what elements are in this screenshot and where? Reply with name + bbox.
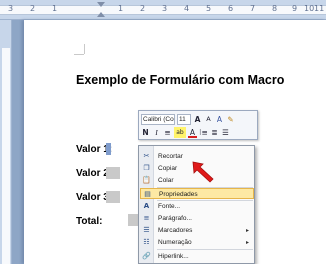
crop-mark	[84, 44, 85, 54]
bold-button[interactable]: N	[141, 127, 150, 138]
menu-item-label: Recortar	[158, 153, 183, 160]
menu-item-numeracao[interactable]: ☷ Numeração ▸	[140, 237, 254, 248]
menu-item-propriedades[interactable]: ▤ Propriedades	[140, 188, 254, 199]
form-field-valor-2[interactable]	[106, 167, 120, 179]
bullets-button[interactable]: ☰	[221, 127, 230, 138]
ruler-number: 1	[118, 4, 124, 13]
ruler-number: 6	[228, 4, 234, 13]
paragraph-icon: ≡	[143, 214, 150, 222]
grow-font-button[interactable]: A	[193, 114, 202, 125]
menu-item-marcadores[interactable]: ☰ Marcadores ▸	[140, 225, 254, 236]
properties-icon: ▤	[144, 190, 151, 198]
ruler-number: 2	[30, 4, 36, 13]
mini-toolbar-row-2: N I ≡ ab A ⁝≡ ≣ ☰	[141, 126, 230, 139]
crop-mark	[74, 54, 84, 55]
ruler-number: 11	[314, 4, 325, 13]
font-name-box[interactable]: Calibri (Cor	[141, 114, 175, 125]
form-field-valor-3[interactable]	[106, 191, 120, 203]
menu-item-label: Hiperlink...	[158, 253, 189, 260]
ruler-number: 7	[250, 4, 256, 13]
highlight-button[interactable]: ab	[174, 127, 186, 138]
horizontal-ruler[interactable]: 3 2 1 1 2 3 4 5 6 7 8 9 10 11	[0, 0, 326, 20]
shrink-font-button[interactable]: A	[204, 114, 213, 125]
styles-button[interactable]: A	[215, 114, 224, 125]
scissors-icon: ✂	[143, 152, 150, 160]
vertical-ruler[interactable]	[0, 20, 12, 264]
paste-icon: 📋	[142, 176, 151, 184]
mini-toolbar: Calibri (Cor 11 A A A ✎ N I ≡ ab A ⁝≡ ≣ …	[138, 110, 258, 140]
font-icon: A	[143, 202, 150, 210]
field-label-total: Total:	[76, 216, 103, 227]
increase-indent-button[interactable]: ≣	[210, 127, 219, 138]
ruler-number: 8	[272, 4, 278, 13]
ruler-number: 2	[140, 4, 146, 13]
form-field-valor-1[interactable]	[106, 143, 111, 155]
ruler-number: 3	[8, 4, 14, 13]
menu-item-hiperlink[interactable]: 🔗 Hiperlink...	[140, 251, 254, 262]
font-size-box[interactable]: 11	[177, 114, 191, 125]
red-pointer-arrow-icon	[192, 161, 214, 183]
center-align-button[interactable]: ≡	[163, 127, 172, 138]
document-title: Exemplo de Formulário com Macro	[76, 73, 285, 87]
first-line-indent-marker[interactable]	[97, 2, 105, 7]
menu-item-fonte[interactable]: A Fonte...	[140, 201, 254, 212]
hyperlink-icon: 🔗	[142, 252, 151, 260]
menu-item-label: Parágrafo...	[158, 215, 192, 222]
font-color-button[interactable]: A	[188, 127, 197, 138]
menu-item-label: Copiar	[158, 165, 178, 172]
submenu-arrow-icon: ▸	[245, 239, 249, 246]
menu-item-label: Colar	[158, 177, 174, 184]
ruler-number: 3	[162, 4, 168, 13]
numbering-icon: ☷	[143, 238, 150, 246]
submenu-arrow-icon: ▸	[245, 227, 249, 234]
copy-icon: ❐	[143, 164, 150, 172]
left-indent-marker[interactable]	[97, 12, 105, 17]
bullets-icon: ☰	[143, 226, 150, 234]
menu-item-label: Marcadores	[158, 227, 193, 234]
mini-toolbar-row-1: Calibri (Cor 11 A A A ✎	[141, 113, 235, 126]
menu-item-label: Propriedades	[159, 191, 198, 198]
menu-item-label: Numeração	[158, 239, 192, 246]
format-painter-icon[interactable]: ✎	[226, 114, 235, 125]
italic-button[interactable]: I	[152, 127, 161, 138]
decrease-indent-button[interactable]: ⁝≡	[199, 127, 208, 138]
ruler-number: 4	[184, 4, 190, 13]
ruler-number: 10	[304, 4, 315, 13]
menu-separator	[157, 249, 253, 250]
ruler-number: 9	[292, 4, 298, 13]
menu-item-paragrafo[interactable]: ≡ Parágrafo...	[140, 213, 254, 224]
menu-item-label: Fonte...	[158, 203, 181, 210]
ruler-number: 1	[52, 4, 58, 13]
ruler-track	[2, 48, 10, 264]
ruler-number: 5	[206, 4, 212, 13]
